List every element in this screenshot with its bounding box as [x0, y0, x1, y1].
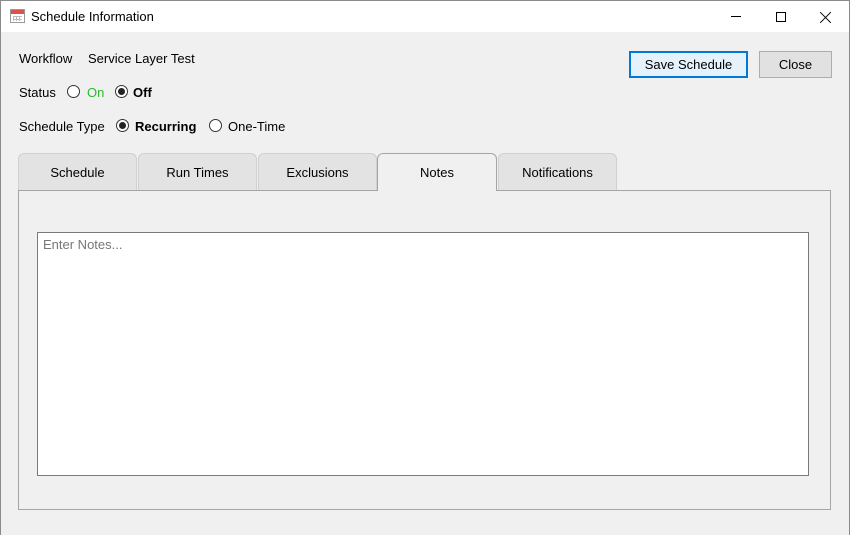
- tab-run-times[interactable]: Run Times: [138, 153, 257, 190]
- calendar-icon: [10, 9, 25, 23]
- schedule-type-recurring-radio[interactable]: [116, 119, 129, 132]
- tab-notes[interactable]: Notes: [377, 153, 497, 191]
- status-on-radio[interactable]: [67, 85, 80, 98]
- tab-exclusions[interactable]: Exclusions: [258, 153, 377, 190]
- title-bar[interactable]: Schedule Information: [1, 1, 849, 32]
- tab-schedule[interactable]: Schedule: [18, 153, 137, 190]
- maximize-button[interactable]: [758, 1, 804, 32]
- window-title: Schedule Information: [31, 9, 154, 24]
- tab-notifications[interactable]: Notifications: [498, 153, 617, 190]
- schedule-type-onetime-radio[interactable]: [209, 119, 222, 132]
- save-schedule-button[interactable]: Save Schedule: [629, 51, 748, 78]
- window-bottom-area: [1, 519, 849, 535]
- schedule-type-onetime-label[interactable]: One-Time: [228, 119, 285, 134]
- maximize-icon: [776, 11, 786, 22]
- schedule-type-recurring-label[interactable]: Recurring: [135, 119, 196, 134]
- workflow-value: Service Layer Test: [88, 51, 195, 66]
- minimize-button[interactable]: [713, 1, 759, 32]
- workflow-label: Workflow: [19, 51, 73, 66]
- schedule-information-window: Schedule Information Workflow Service La…: [0, 0, 850, 535]
- close-window-button[interactable]: [803, 1, 849, 32]
- status-label: Status: [19, 85, 56, 100]
- status-off-label[interactable]: Off: [133, 85, 152, 100]
- minimize-icon: [731, 16, 741, 17]
- status-off-radio[interactable]: [115, 85, 128, 98]
- close-icon: [820, 11, 832, 23]
- status-on-label[interactable]: On: [87, 85, 104, 100]
- notes-textarea[interactable]: [37, 232, 809, 476]
- schedule-type-label: Schedule Type: [19, 119, 105, 134]
- close-button[interactable]: Close: [759, 51, 832, 78]
